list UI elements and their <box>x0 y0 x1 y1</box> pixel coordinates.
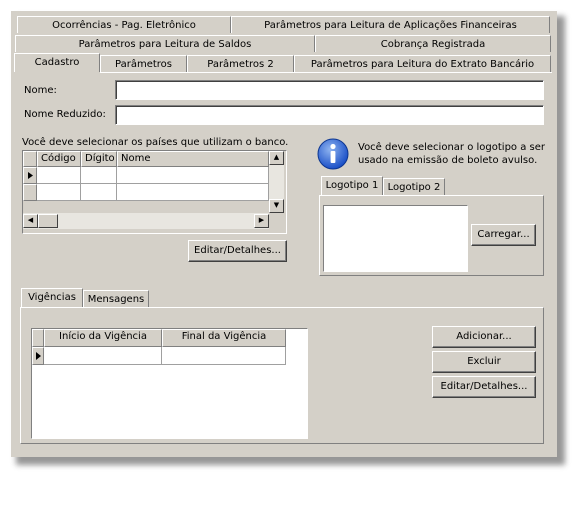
scroll-thumb[interactable] <box>38 214 58 228</box>
grid-corner <box>23 151 37 167</box>
nome-reduzido-label: Nome Reduzido: <box>24 109 106 120</box>
grid-cell[interactable] <box>44 347 162 365</box>
tab-parametros[interactable]: Parâmetros <box>100 55 187 72</box>
nome-label: Nome: <box>24 85 57 96</box>
tab-vigencias[interactable]: Vigências <box>21 288 83 307</box>
edit-vigencia-button[interactable]: Editar/Detalhes... <box>432 376 536 398</box>
row-pointer-icon <box>28 172 33 179</box>
delete-vigencia-button[interactable]: Excluir <box>432 351 536 373</box>
horizontal-scrollbar[interactable]: ◀ ▶ <box>23 213 269 229</box>
tab-logotipo-1[interactable]: Logotipo 1 <box>321 176 383 195</box>
arrow-down-icon[interactable]: ▼ <box>269 199 284 213</box>
tab-parametros-2[interactable]: Parâmetros 2 <box>187 55 294 72</box>
logo-info-text: Você deve selecionar o logotipo a ser us… <box>358 142 545 166</box>
vertical-scrollbar[interactable]: ▲ ▼ <box>269 151 284 213</box>
grid-cell[interactable] <box>37 167 81 184</box>
arrow-left-icon[interactable]: ◀ <box>23 214 38 228</box>
logo-image-box <box>323 205 468 272</box>
grid-cell[interactable] <box>117 184 269 201</box>
row-indicator <box>23 167 37 184</box>
row-indicator <box>23 184 37 201</box>
row-pointer-icon <box>36 352 41 360</box>
tab-cobranca-registrada[interactable]: Cobrança Registrada <box>315 35 551 52</box>
load-logo-button[interactable]: Carregar... <box>471 224 536 246</box>
countries-edit-button[interactable]: Editar/Detalhes... <box>188 240 287 262</box>
grid-cell[interactable] <box>81 184 117 201</box>
add-vigencia-button[interactable]: Adicionar... <box>432 326 536 348</box>
grid-cell[interactable] <box>37 184 81 201</box>
bank-dialog: Ocorrências - Pag. Eletrônico Parâmetros… <box>11 11 557 457</box>
tab-logotipo-2[interactable]: Logotipo 2 <box>383 178 445 195</box>
tab-ocorrencias[interactable]: Ocorrências - Pag. Eletrônico <box>17 16 231 33</box>
column-header-inicio-vigencia[interactable]: Início da Vigência <box>44 329 162 347</box>
countries-instruction: Você deve selecionar os países que utili… <box>22 137 289 148</box>
row-indicator <box>32 347 44 365</box>
tab-leitura-saldos[interactable]: Parâmetros para Leitura de Saldos <box>15 35 315 52</box>
tab-baseline <box>100 72 552 73</box>
grid-corner <box>32 329 44 347</box>
column-header-digito[interactable]: Dígito <box>81 151 117 167</box>
scroll-corner <box>269 213 284 229</box>
column-header-nome[interactable]: Nome <box>117 151 269 167</box>
arrow-right-icon[interactable]: ▶ <box>254 214 269 228</box>
grid-cell[interactable] <box>117 167 269 184</box>
arrow-up-icon[interactable]: ▲ <box>269 151 284 165</box>
tab-cadastro[interactable]: Cadastro <box>14 53 100 72</box>
info-icon <box>317 138 349 170</box>
nome-field[interactable] <box>115 80 544 100</box>
grid-cell[interactable] <box>81 167 117 184</box>
column-header-codigo[interactable]: Código <box>37 151 81 167</box>
nome-reduzido-field[interactable] <box>115 105 544 125</box>
vigencias-grid[interactable]: Início da Vigência Final da Vigência <box>31 328 308 439</box>
tab-mensagens[interactable]: Mensagens <box>83 290 149 307</box>
grid-cell[interactable] <box>162 347 286 365</box>
tab-aplicacoes-financeiras[interactable]: Parâmetros para Leitura de Aplicações Fi… <box>231 16 550 33</box>
countries-grid[interactable]: Código Dígito Nome ▲ ▼ ◀ ▶ <box>22 150 287 234</box>
column-header-final-vigencia[interactable]: Final da Vigência <box>162 329 286 347</box>
tab-leitura-extrato[interactable]: Parâmetros para Leitura do Extrato Bancá… <box>294 55 551 72</box>
